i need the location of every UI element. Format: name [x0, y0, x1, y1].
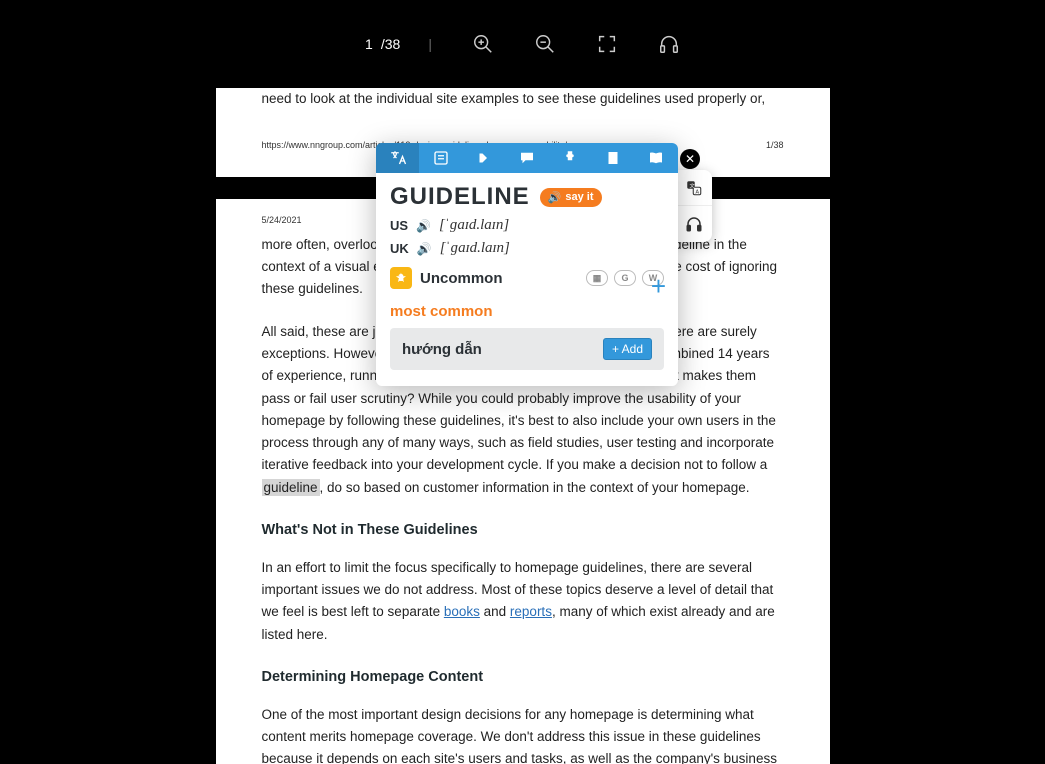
google-source-icon[interactable]: G	[614, 270, 636, 286]
current-page: 1	[365, 36, 373, 52]
most-common-label: most common	[390, 303, 664, 320]
pdf-toolbar: 1 /38 |	[0, 0, 1045, 88]
dictionary-popup: ✕ GUIDELINE 🔊 say it US 🔊 [ˈɡaɪd.laɪn] U…	[376, 143, 678, 386]
tab-chat-icon[interactable]	[505, 143, 548, 173]
add-button[interactable]: + Add	[603, 338, 652, 360]
page-indicator: 1 /38 |	[365, 36, 432, 52]
uk-phonetic: [ˈɡaɪd.laɪn]	[440, 240, 510, 257]
heading: What's Not in These Guidelines	[262, 519, 784, 543]
paragraph: One of the most important design decisio…	[262, 704, 784, 764]
tab-puzzle-icon[interactable]	[549, 143, 592, 173]
close-icon[interactable]: ✕	[680, 149, 700, 169]
fullscreen-icon[interactable]	[596, 33, 618, 55]
star-icon: 3	[390, 267, 412, 289]
meaning-row: hướng dẫn + Add	[390, 328, 664, 370]
paragraph: need to look at the individual site exam…	[262, 88, 784, 110]
toolbar-separator: |	[428, 36, 432, 52]
link-books[interactable]: books	[444, 604, 480, 619]
tab-doc-icon[interactable]	[592, 143, 635, 173]
tab-book-icon[interactable]	[635, 143, 678, 173]
side-widget: 文A	[676, 170, 712, 242]
zoom-out-icon[interactable]	[534, 33, 556, 55]
text: , do so based on customer information in…	[320, 480, 750, 495]
us-phonetic: [ˈɡaɪd.laɪn]	[439, 217, 509, 234]
image-source-icon[interactable]: ▦	[586, 270, 608, 286]
freq-label: Uncommon	[420, 270, 503, 287]
side-headphones-icon[interactable]	[676, 206, 712, 242]
say-it-button[interactable]: 🔊 say it	[540, 188, 602, 207]
uk-label: UK	[390, 241, 409, 256]
headphones-icon[interactable]	[658, 33, 680, 55]
paragraph: In an effort to limit the focus specific…	[262, 557, 784, 646]
tab-translate-icon[interactable]	[376, 143, 419, 173]
text: and	[480, 604, 510, 619]
speaker-icon[interactable]: 🔊	[416, 219, 431, 233]
link-reports[interactable]: reports	[510, 604, 552, 619]
dict-body: GUIDELINE 🔊 say it US 🔊 [ˈɡaɪd.laɪn] UK …	[376, 173, 678, 386]
heading: Determining Homepage Content	[262, 666, 784, 690]
plus-icon[interactable]: +	[651, 271, 666, 302]
meaning-text: hướng dẫn	[402, 341, 482, 358]
tab-vocab-icon[interactable]	[419, 143, 462, 173]
total-pages: /38	[381, 36, 400, 52]
svg-text:A: A	[696, 189, 700, 195]
speaker-icon[interactable]: 🔊	[417, 242, 432, 256]
footer-pagenum: 1/38	[766, 138, 784, 153]
dict-tabs	[376, 143, 678, 173]
highlighted-word[interactable]: guideline	[262, 479, 320, 496]
tab-speak-icon[interactable]	[462, 143, 505, 173]
side-translate-icon[interactable]: 文A	[676, 170, 712, 206]
us-label: US	[390, 218, 408, 233]
zoom-in-icon[interactable]	[472, 33, 494, 55]
freq-number: 3	[390, 267, 412, 289]
dict-word: GUIDELINE	[390, 183, 530, 211]
sayit-label: say it	[565, 191, 593, 203]
